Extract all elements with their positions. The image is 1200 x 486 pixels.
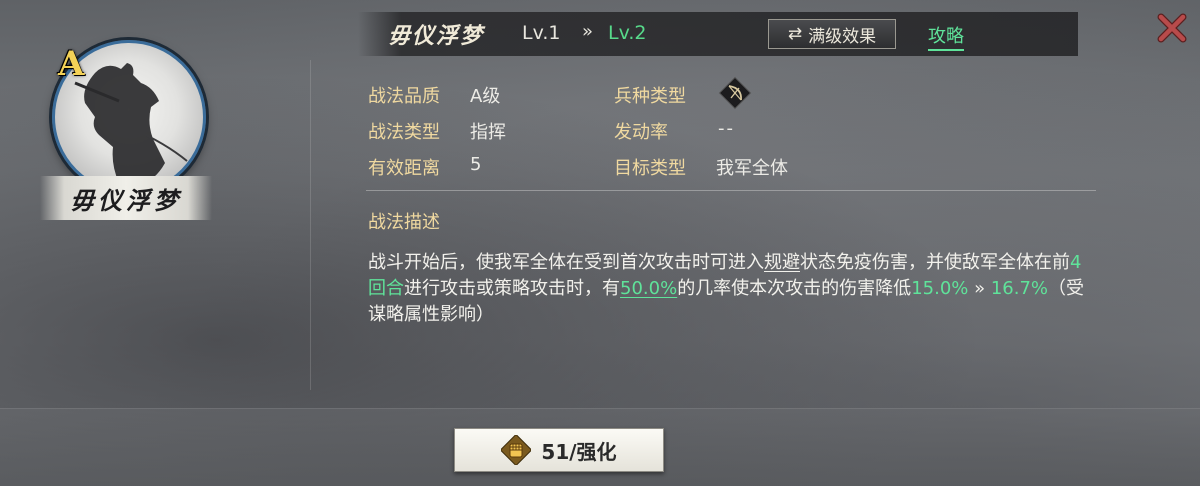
desc-arrow: » [968, 278, 991, 299]
grade-badge: A [58, 44, 85, 84]
highlight-chance[interactable]: 50.0% [620, 278, 677, 299]
upgrade-button[interactable]: 51/强化 [454, 428, 664, 472]
highlight-reduce-current: 15.0% [911, 278, 969, 299]
desc-part: 状态免疫伤害，并使敌军全体在前 [800, 252, 1070, 273]
desc-part: 进行攻击或策略攻击时，有 [404, 278, 620, 299]
info-divider [366, 190, 1096, 191]
level-next: Lv.2 [608, 22, 647, 44]
max-level-effect-button[interactable]: ⇄ 满级效果 [768, 19, 896, 49]
upgrade-label: 51/强化 [541, 439, 617, 464]
range-value: 5 [470, 154, 482, 175]
desc-part: 战斗开始后，使我军全体在受到首次攻击时可进入 [368, 252, 764, 273]
skill-name-plate: 毋仪浮梦 [40, 176, 212, 220]
swap-icon: ⇄ [787, 24, 803, 44]
target-type-label: 目标类型 [614, 158, 686, 179]
highlight-reduce-next: 16.7% [990, 278, 1049, 299]
level-arrow: » [582, 21, 594, 42]
quality-label: 战法品质 [368, 86, 440, 107]
bow-icon [718, 76, 752, 110]
description-text: 战斗开始后，使我军全体在受到首次攻击时可进入规避状态免疫伤害，并使敌军全体在前4… [368, 250, 1088, 328]
level-current: Lv.1 [522, 22, 561, 44]
evade-keyword[interactable]: 规避 [764, 252, 800, 273]
type-value: 指挥 [470, 122, 506, 143]
troop-type-label: 兵种类型 [614, 86, 686, 107]
trigger-rate-value: -- [718, 118, 735, 139]
skill-title: 毋仪浮梦 [388, 23, 485, 49]
close-icon[interactable] [1156, 12, 1188, 44]
quality-value: A级 [470, 86, 501, 107]
desc-part: 的几率使本次攻击的伤害降低 [677, 278, 912, 299]
description-title: 战法描述 [368, 212, 440, 233]
range-label: 有效距离 [368, 158, 440, 179]
trigger-rate-label: 发动率 [614, 122, 668, 143]
max-level-effect-label: 满级效果 [808, 26, 877, 47]
strategy-link[interactable]: 攻略 [928, 22, 964, 51]
type-label: 战法类型 [368, 122, 440, 143]
fist-icon [501, 435, 532, 465]
target-type-value: 我军全体 [716, 158, 788, 179]
left-panel-divider [310, 60, 311, 390]
